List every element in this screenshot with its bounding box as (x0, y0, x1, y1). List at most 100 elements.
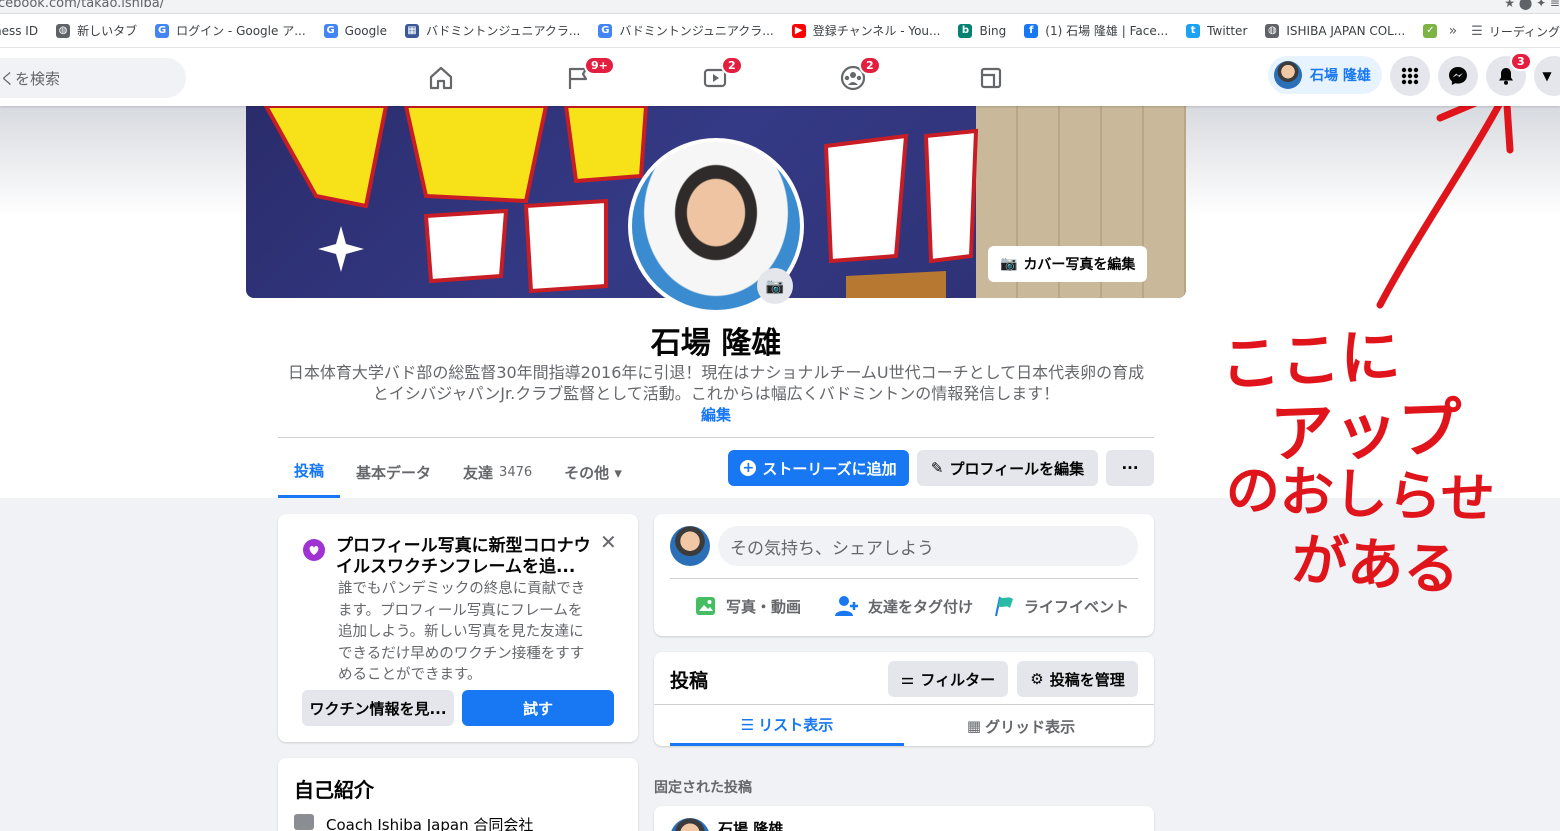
life-event-label: ライフイベント (1024, 597, 1130, 616)
try-frame-button[interactable]: 試す (462, 690, 614, 726)
bookmark-label: バドミントンジュニアクラ... (425, 24, 581, 38)
profile-shortcut-name: 石場 隆雄 (1310, 68, 1371, 84)
search-input[interactable]: くを検索 (0, 58, 186, 98)
plus-circle-icon: + (740, 460, 757, 476)
bookmark-label: ISHIBA JAPAN COL... (1286, 23, 1406, 38)
bookmark-label: Twitter (1207, 23, 1248, 38)
edit-bio-link[interactable]: 編集 (0, 404, 1432, 425)
bookmark-item[interactable]: f (1) 石場 隆雄 | Face... (1024, 22, 1168, 39)
facebook-top-nav: くを検索 9+ 2 2 石場 隆雄 3 ▼ (0, 48, 1560, 106)
edit-cover-label: カバー写真を編集 (1023, 257, 1136, 273)
caret-down-icon: ▼ (1542, 69, 1552, 83)
composer-placeholder: その気持ち、シェアしよう (730, 538, 934, 559)
profile-tabs: 投稿 基本データ 友達 3476 その他 ▾ (278, 446, 638, 498)
tab-posts[interactable]: 投稿 (278, 446, 341, 498)
notifications-button[interactable]: 3 (1486, 52, 1532, 96)
intro-card: 自己紹介 Coach Ishiba Japan 合同会社 (278, 758, 638, 831)
bookmarks-bar: ness ID ◍ 新しいタブ G ログイン - Google ア... G Google ▦… (0, 14, 1560, 48)
photo-video-label: 写真・動画 (726, 597, 802, 616)
tag-friends-button[interactable]: 友達をタグ付け (834, 594, 973, 618)
profile-name: 石場 隆雄 (650, 326, 782, 361)
friends-count: 3476 (499, 464, 533, 480)
pages-badge: 9+ (584, 56, 615, 75)
bookmark-item[interactable]: G ログイン - Google ア... (155, 22, 306, 39)
bookmark-item[interactable]: ness ID (0, 24, 38, 38)
photo-video-button[interactable]: 写真・動画 (694, 594, 801, 618)
composer-input[interactable]: その気持ち、シェアしよう (718, 526, 1138, 566)
bing-icon: b (958, 23, 973, 38)
watch-tab[interactable]: 2 (685, 56, 745, 98)
address-bar[interactable]: cebook.com/takao.ishiba/ ★ ⬤ ✦ ≡ (0, 0, 1560, 14)
edit-profile-button[interactable]: ✎ プロフィールを編集 (917, 450, 1098, 486)
profile-shortcut[interactable]: 石場 隆雄 (1268, 56, 1382, 94)
google-icon: G (323, 23, 338, 38)
list-view-tab[interactable]: ☰ リスト表示 (670, 706, 904, 746)
bookmark-item[interactable]: G Google (323, 23, 387, 38)
google-icon: G (155, 23, 170, 38)
bookmark-item[interactable]: G バドミントンジュニアクラ... (598, 22, 774, 39)
bookmark-label: ログイン - Google ア... (176, 24, 306, 38)
notifications-badge: 3 (1510, 52, 1532, 71)
tab-friends[interactable]: 友達 3476 (447, 446, 548, 498)
google-icon: G (598, 23, 613, 38)
bookmark-item[interactable]: b Bing (958, 23, 1006, 38)
bookmark-item[interactable]: t Twitter (1186, 23, 1248, 38)
pinned-post-author[interactable]: 石場 隆雄 (718, 818, 783, 831)
add-story-button[interactable]: + ストーリーズに追加 (728, 450, 909, 486)
edit-cover-button[interactable]: 📷 カバー写真を編集 (988, 246, 1148, 282)
bookmarks-overflow: » ☰ リーディング (1438, 14, 1560, 47)
divider (670, 578, 1138, 579)
tab-label: 友達 (463, 463, 494, 482)
flag-icon (995, 596, 1013, 617)
life-event-button[interactable]: ライフイベント (992, 594, 1129, 618)
site-icon: ▦ (404, 23, 419, 38)
bookmark-item[interactable]: ▦ バドミントンジュニアクラ... (404, 22, 581, 39)
more-options-button[interactable]: ··· (1106, 450, 1154, 486)
facebook-icon: f (1024, 23, 1039, 38)
tab-more[interactable]: その他 ▾ (548, 446, 638, 498)
briefcase-icon (294, 814, 314, 830)
update-profile-picture-button[interactable]: 📷 (757, 268, 793, 304)
bookmark-item[interactable]: ◍ 新しいタブ (56, 22, 137, 39)
globe-icon: ◍ (56, 23, 71, 38)
photo-icon (696, 597, 715, 615)
watch-badge: 2 (721, 56, 743, 75)
vaccine-card-body: 誰でもパンデミックの終息に貢献できます。プロフィール写真にフレームを追加しよう。… (338, 581, 586, 683)
camera-icon: 📷 (765, 277, 785, 295)
more-dots-icon: ··· (1121, 459, 1139, 477)
url-text: cebook.com/takao.ishiba/ (0, 0, 165, 11)
close-icon[interactable]: ✕ (600, 530, 617, 554)
more-bookmarks-button[interactable]: » (1449, 23, 1458, 39)
grid-view-tab[interactable]: ▦ グリッド表示 (904, 706, 1138, 746)
messenger-button[interactable] (1438, 56, 1478, 96)
pages-tab[interactable]: 9+ (548, 56, 615, 98)
manage-posts-button[interactable]: ⚙ 投稿を管理 (1017, 661, 1138, 697)
account-button[interactable]: ▼ (1534, 56, 1560, 96)
home-tab[interactable] (411, 58, 471, 98)
gaming-tab[interactable] (961, 58, 1021, 98)
home-icon (429, 66, 453, 90)
bookmark-item[interactable]: ◍ ISHIBA JAPAN COL... (1265, 23, 1406, 38)
bookmark-item[interactable]: ▶ 登録チャンネル - You... (791, 22, 940, 39)
browser-extension-icons[interactable]: ★ ⬤ ✦ ≡ (1504, 0, 1560, 10)
menu-button[interactable] (1390, 56, 1430, 96)
groups-tab[interactable]: 2 (823, 56, 883, 98)
vaccine-frame-card: プロフィール写真に新型コロナウイルスワクチンフレームを追... ✕ 誰でもパンデ… (278, 514, 638, 742)
vaccine-info-label: ワクチン情報を見... (309, 699, 447, 718)
annotation-line-4: がある (1289, 527, 1462, 604)
heart-frame-icon (303, 539, 325, 561)
tab-label: 投稿 (294, 462, 325, 480)
intro-title: 自己紹介 (294, 778, 374, 802)
reading-list-icon: ☰ (1471, 23, 1483, 39)
filter-button[interactable]: ⚌ フィルター (888, 661, 1008, 697)
intro-work: Coach Ishiba Japan 合同会社 (326, 816, 534, 831)
bookmark-label: Google (344, 23, 387, 38)
tab-about[interactable]: 基本データ (340, 446, 447, 498)
tab-label: 基本データ (356, 463, 432, 482)
grid-icon: ▦ (966, 717, 982, 735)
vaccine-info-button[interactable]: ワクチン情報を見... (302, 690, 454, 726)
globe-icon: ◍ (1265, 23, 1280, 38)
avatar (670, 526, 710, 566)
bookmark-label: 新しいタブ (77, 24, 138, 38)
reading-list-button[interactable]: リーディング (1489, 23, 1560, 40)
